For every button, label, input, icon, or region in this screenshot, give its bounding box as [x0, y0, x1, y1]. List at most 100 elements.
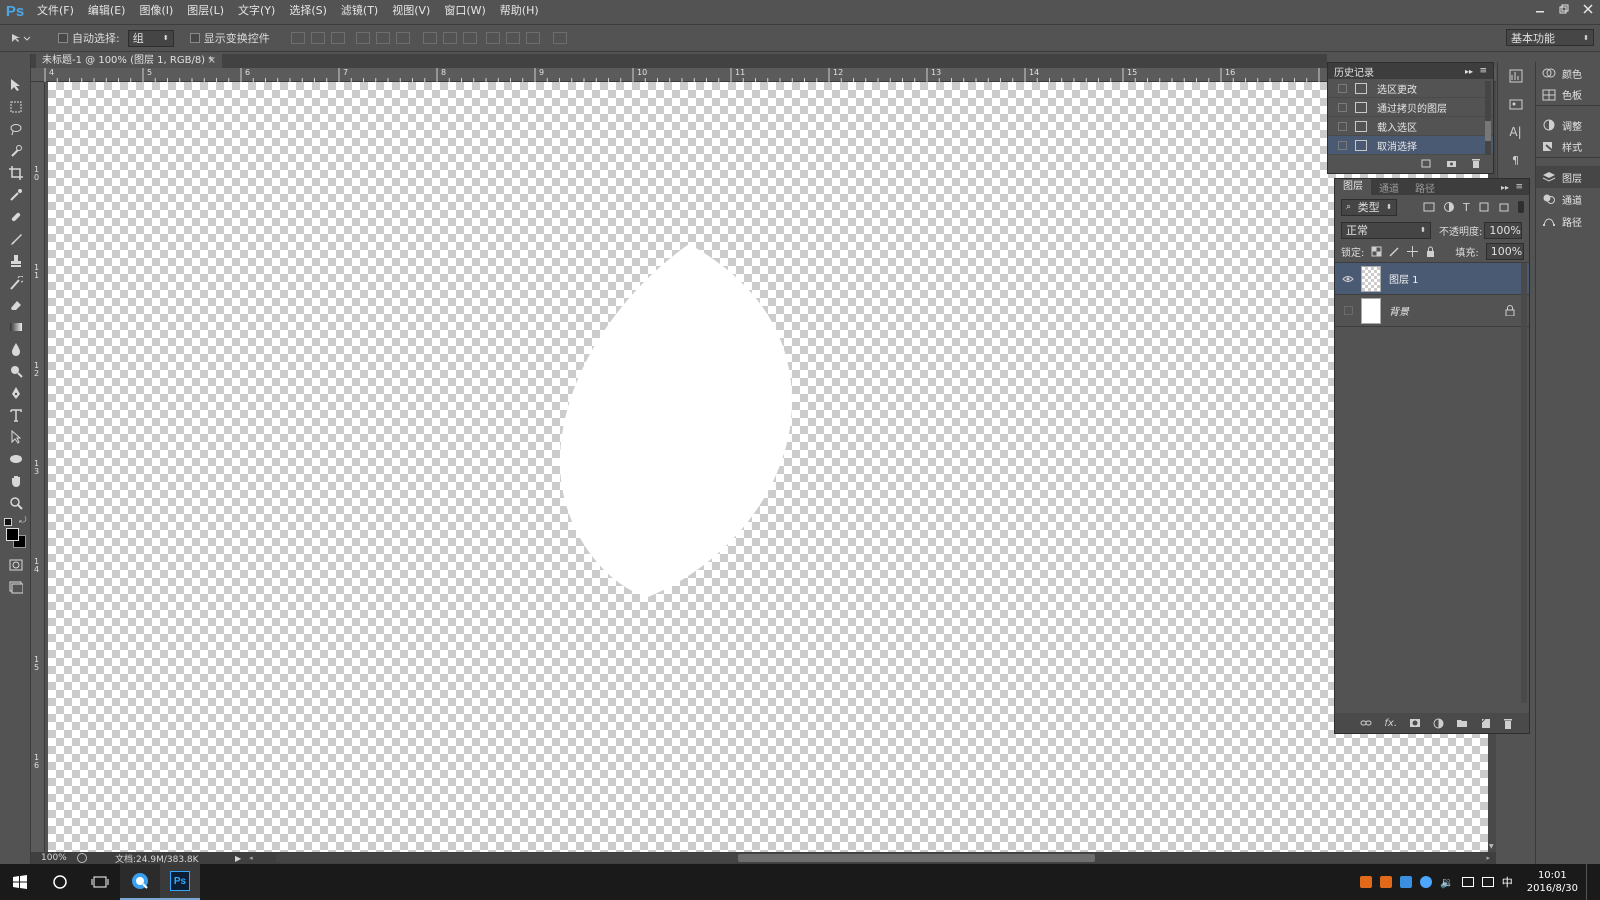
lock-pixels-brush-icon[interactable] — [1389, 246, 1400, 257]
panel-collapse-icon[interactable]: ▸▸ — [1465, 67, 1473, 76]
history-panel-title[interactable]: 历史记录 — [1334, 64, 1374, 79]
eyedropper-tool-icon[interactable] — [0, 184, 31, 206]
distribute-bottom-icon[interactable] — [462, 32, 477, 44]
panel-menu-icon[interactable]: ≡ — [1515, 182, 1523, 192]
quick-mask-icon[interactable] — [0, 554, 31, 576]
ellipse-tool-icon[interactable] — [0, 448, 31, 470]
layer-filter-dropdown[interactable]: ⌕ 类型 ⬍ — [1341, 198, 1397, 216]
layers-scrollbar-track[interactable] — [1521, 263, 1527, 703]
status-info-icon[interactable] — [77, 853, 87, 863]
close-icon[interactable] — [1576, 0, 1600, 18]
new-adjustment-layer-icon[interactable] — [1433, 718, 1444, 729]
fill-input[interactable]: 100% — [1485, 243, 1524, 260]
cortana-search-icon[interactable] — [40, 864, 80, 900]
volume-icon[interactable]: 🔉 — [1440, 876, 1454, 889]
blend-mode-dropdown[interactable]: 正常 ⬍ — [1341, 221, 1431, 239]
delete-state-trash-icon[interactable] — [1471, 158, 1481, 168]
menu-window[interactable]: 窗口(W) — [437, 0, 492, 22]
distribute-right-icon[interactable] — [525, 32, 540, 44]
layer-row-selected[interactable]: 图层 1 — [1335, 263, 1529, 295]
history-source-checkbox[interactable] — [1338, 140, 1347, 150]
lock-all-icon[interactable] — [1425, 246, 1436, 257]
workspace-dropdown[interactable]: 基本功能 ⬍ — [1506, 29, 1594, 46]
snapshot-camera-icon[interactable] — [1446, 158, 1457, 168]
history-scrollbar[interactable] — [1485, 81, 1491, 155]
new-group-folder-icon[interactable] — [1456, 718, 1468, 728]
tray-app-icon[interactable] — [1360, 876, 1373, 888]
filter-pixel-icon[interactable] — [1423, 201, 1435, 213]
marquee-tool-icon[interactable] — [0, 96, 31, 118]
distribute-left-icon[interactable] — [485, 32, 500, 44]
clock[interactable]: 10:01 2016/8/30 — [1527, 869, 1578, 895]
status-menu-arrow-icon[interactable]: ▶ — [235, 854, 241, 863]
minimize-icon[interactable] — [1528, 0, 1552, 18]
histogram-icon[interactable] — [1498, 62, 1533, 90]
scroll-down-icon[interactable]: ▼ — [1489, 843, 1494, 850]
align-left-icon[interactable] — [355, 32, 370, 44]
windows-start-icon[interactable] — [0, 864, 40, 900]
history-source-checkbox[interactable] — [1338, 121, 1347, 131]
delete-layer-trash-icon[interactable] — [1503, 718, 1513, 729]
document-tab[interactable]: 未标题-1 @ 100% (图层 1, RGB/8) * × — [36, 54, 222, 68]
filter-shape-icon[interactable] — [1478, 201, 1490, 213]
distribute-vcenter-icon[interactable] — [442, 32, 457, 44]
tray-security-icon[interactable] — [1420, 876, 1433, 888]
tray-app-icon[interactable] — [1380, 876, 1393, 888]
type-tool-icon[interactable] — [0, 404, 31, 426]
visibility-off-box[interactable] — [1335, 306, 1361, 315]
document-canvas[interactable] — [48, 82, 1488, 852]
show-transform-checkbox[interactable] — [189, 33, 200, 43]
history-source-checkbox[interactable] — [1338, 83, 1347, 93]
restore-icon[interactable] — [1552, 0, 1576, 18]
menu-select[interactable]: 选择(S) — [282, 0, 334, 22]
menu-image[interactable]: 图像(I) — [132, 0, 180, 22]
history-item[interactable]: 通过拷贝的图层 — [1328, 98, 1493, 117]
character-icon[interactable]: A| — [1498, 118, 1533, 146]
panel-menu-icon[interactable]: ≡ — [1479, 66, 1487, 76]
hand-tool-icon[interactable] — [0, 470, 31, 492]
layer-thumbnail-transparent[interactable] — [1361, 265, 1381, 292]
qq-browser-icon[interactable] — [120, 864, 160, 900]
dodge-tool-icon[interactable] — [0, 360, 31, 382]
layer-row[interactable]: 背景 — [1335, 295, 1529, 327]
scroll-left-icon[interactable]: ◂ — [249, 854, 253, 862]
auto-select-checkbox[interactable] — [58, 33, 68, 43]
scroll-right-icon[interactable]: ▸ — [1486, 854, 1490, 862]
distribute-hcenter-icon[interactable] — [505, 32, 520, 44]
dock-layers[interactable]: 图层 — [1536, 166, 1600, 188]
paragraph-icon[interactable]: ¶ — [1498, 146, 1533, 174]
dock-color[interactable]: 颜色 — [1536, 62, 1600, 84]
photoshop-taskbar-icon[interactable]: Ps — [160, 864, 200, 900]
history-item[interactable]: 载入选区 — [1328, 117, 1493, 136]
lock-position-icon[interactable] — [1407, 246, 1419, 257]
zoom-level[interactable]: 100% — [41, 853, 77, 863]
tab-layers[interactable]: 图层 — [1335, 179, 1371, 195]
input-method-indicator[interactable]: 中 — [1502, 874, 1513, 890]
healing-brush-tool-icon[interactable] — [0, 206, 31, 228]
new-document-from-state-icon[interactable] — [1421, 158, 1432, 168]
swap-colors-icon[interactable]: ⤾ — [19, 516, 27, 526]
add-mask-icon[interactable] — [1409, 718, 1421, 728]
default-colors-icon[interactable] — [4, 518, 12, 526]
eraser-tool-icon[interactable] — [0, 294, 31, 316]
zoom-tool-icon[interactable] — [0, 492, 31, 514]
close-tab-icon[interactable]: × — [208, 54, 216, 68]
dock-paths[interactable]: 路径 — [1536, 210, 1600, 232]
info-icon[interactable] — [1498, 90, 1533, 118]
panel-collapse-icon[interactable]: ▸▸ — [1501, 183, 1509, 192]
blur-tool-icon[interactable] — [0, 338, 31, 360]
align-right-icon[interactable] — [395, 32, 410, 44]
task-view-icon[interactable] — [80, 864, 120, 900]
layer-style-fx-icon[interactable]: fx. — [1384, 718, 1397, 729]
opacity-input[interactable]: 100% — [1484, 221, 1523, 239]
show-desktop-strip[interactable] — [1586, 864, 1590, 900]
gradient-tool-icon[interactable] — [0, 316, 31, 338]
link-layers-icon[interactable] — [1360, 719, 1372, 727]
path-select-tool-icon[interactable] — [0, 426, 31, 448]
crop-tool-icon[interactable] — [0, 162, 31, 184]
filter-adjustment-icon[interactable] — [1443, 201, 1455, 213]
menu-help[interactable]: 帮助(H) — [493, 0, 546, 22]
align-vcenter-icon[interactable] — [310, 32, 325, 44]
tray-shield-icon[interactable] — [1400, 876, 1413, 888]
align-hcenter-icon[interactable] — [375, 32, 390, 44]
